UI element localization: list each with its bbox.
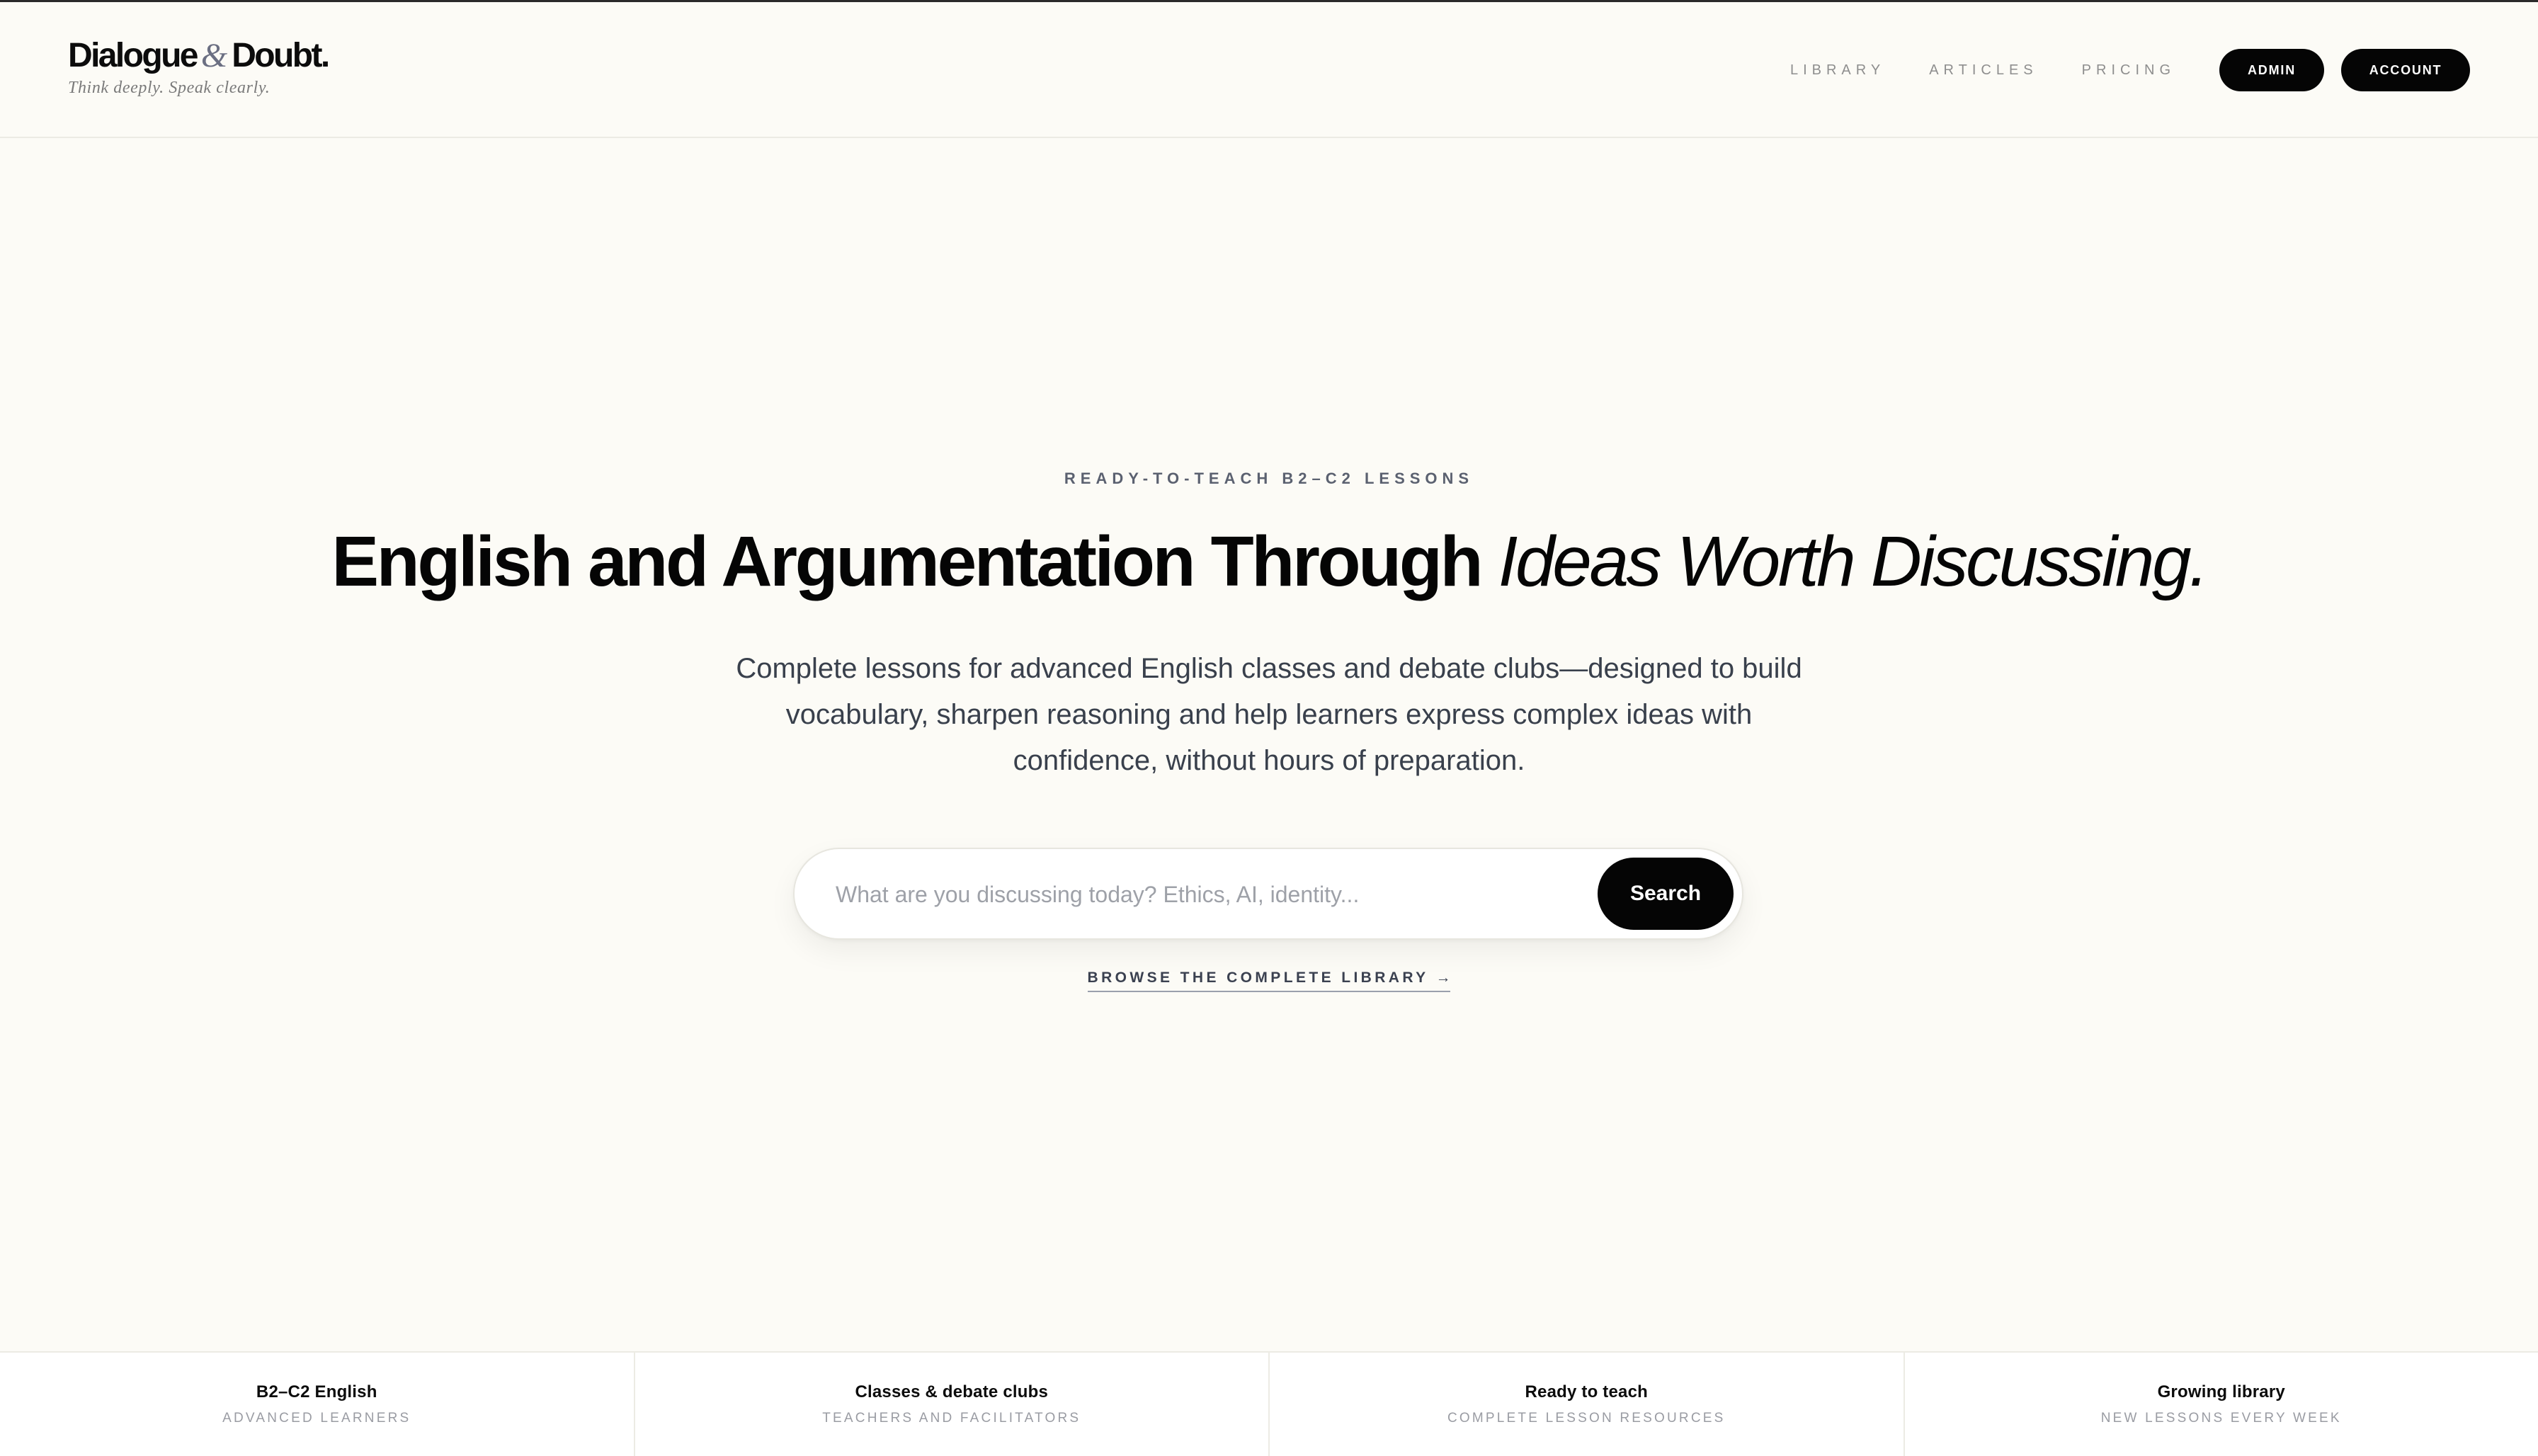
stat-subtitle: ADVANCED LEARNERS xyxy=(222,1411,411,1426)
arrow-right-icon: → xyxy=(1435,969,1451,986)
site-header: Dialogue & Doubt. Think deeply. Speak clea… xyxy=(0,2,2538,138)
headline-italic: Ideas Worth Discussing. xyxy=(1498,522,2209,601)
stat-item-library: Growing library NEW LESSONS EVERY WEEK xyxy=(1905,1353,2538,1456)
stat-title: Growing library xyxy=(2157,1382,2285,1401)
stat-title: B2–C2 English xyxy=(256,1382,377,1401)
stat-subtitle: NEW LESSONS EVERY WEEK xyxy=(2100,1411,2342,1426)
stat-item-audience: Classes & debate clubs TEACHERS AND FACI… xyxy=(635,1353,1270,1456)
stat-title: Ready to teach xyxy=(1525,1382,1649,1401)
account-button[interactable]: ACCOUNT xyxy=(2341,49,2470,91)
hero-eyebrow: READY-TO-TEACH B2–C2 LESSONS xyxy=(1064,470,1474,487)
brand-name-second: Doubt. xyxy=(232,37,330,74)
hero-subheading: Complete lessons for advanced English cl… xyxy=(736,653,1802,776)
stat-subtitle: COMPLETE LESSON RESOURCES xyxy=(1447,1411,1726,1426)
nav-link-library[interactable]: LIBRARY xyxy=(1790,62,1885,79)
hero-headline: English and Argumentation Through Ideas … xyxy=(0,519,2538,604)
stat-item-level: B2–C2 English ADVANCED LEARNERS xyxy=(0,1353,635,1456)
nav-link-articles[interactable]: ARTICLES xyxy=(1929,62,2037,79)
browse-library-container: BROWSE THE COMPLETE LIBRARY → xyxy=(0,969,2538,992)
browse-library-link[interactable]: BROWSE THE COMPLETE LIBRARY → xyxy=(1087,969,1451,992)
stat-subtitle: TEACHERS AND FACILITATORS xyxy=(822,1411,1081,1426)
brand-ampersand: & xyxy=(200,37,228,74)
stat-title: Classes & debate clubs xyxy=(855,1382,1048,1401)
admin-button[interactable]: ADMIN xyxy=(2219,49,2324,91)
brand-name: Dialogue & Doubt. xyxy=(68,35,330,77)
main-nav: LIBRARY ARTICLES PRICING ADMIN ACCOUNT xyxy=(1790,49,2470,91)
browse-library-label: BROWSE THE COMPLETE LIBRARY xyxy=(1087,969,1429,986)
brand-tagline: Think deeply. Speak clearly. xyxy=(68,79,271,97)
search-input[interactable] xyxy=(834,870,1545,918)
search-button[interactable]: Search xyxy=(1598,858,1734,930)
search-bar: Search xyxy=(793,848,1743,940)
brand-name-first: Dialogue xyxy=(68,37,198,74)
brand-logo[interactable]: Dialogue & Doubt. Think deeply. Speak clea… xyxy=(68,35,330,98)
stat-item-ready: Ready to teach COMPLETE LESSON RESOURCES xyxy=(1270,1353,1905,1456)
feature-stats-bar: B2–C2 English ADVANCED LEARNERS Classes … xyxy=(0,1351,2538,1456)
headline-plain: English and Argumentation Through xyxy=(331,522,1498,601)
hero-section: READY-TO-TEACH B2–C2 LESSONS English and… xyxy=(0,138,2538,1353)
nav-link-pricing[interactable]: PRICING xyxy=(2082,62,2175,79)
